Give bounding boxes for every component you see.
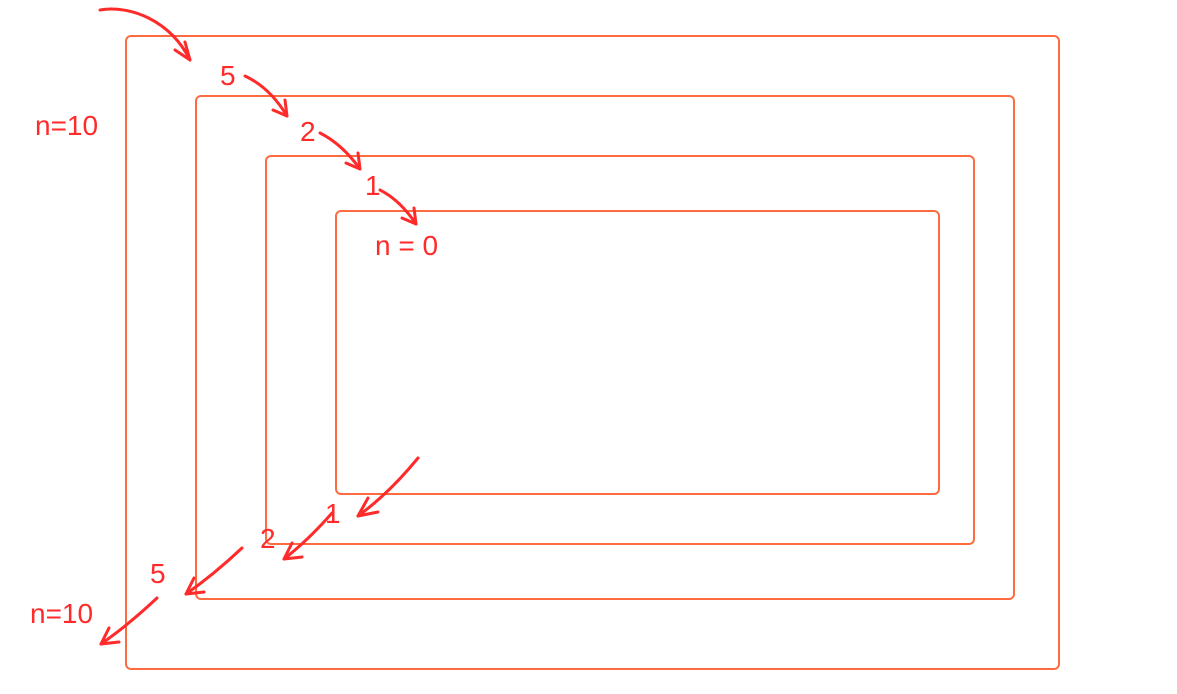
label-n-outer-top: n=10 xyxy=(35,112,98,140)
arrow-outward-5 xyxy=(85,590,170,655)
arrow-inward-1 xyxy=(372,182,432,234)
arrow-outward-1 xyxy=(270,505,345,570)
arrow-out-inner xyxy=(340,450,430,530)
label-n-outer-bottom: n=10 xyxy=(30,600,93,628)
arrow-inward-2 xyxy=(312,125,377,180)
arrow-outward-2 xyxy=(170,540,255,605)
label-inward-5: 5 xyxy=(220,62,236,90)
arrow-into-outer xyxy=(90,0,210,80)
arrow-inward-5 xyxy=(235,68,305,128)
label-base-case: n = 0 xyxy=(375,232,438,260)
label-outward-5: 5 xyxy=(150,560,166,588)
